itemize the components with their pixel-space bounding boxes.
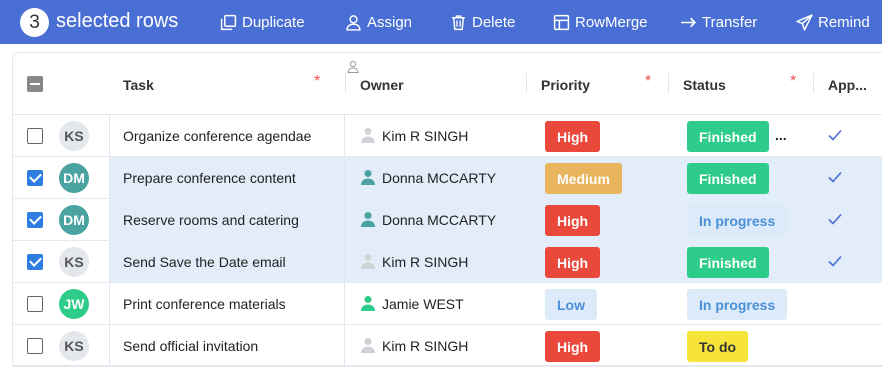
status-badge[interactable]: To do [687,331,749,362]
assign-label: Assign [367,13,413,31]
copy-icon [220,14,237,30]
more-indicator[interactable]: ... [775,127,787,143]
status-badge[interactable]: Finished [687,121,769,152]
table-row[interactable]: KS Send Save the Date email Kim R SINGH Hig… [13,241,882,283]
required-marker: * [790,73,797,90]
owner-name[interactable]: Donna MCCARTY [382,170,496,186]
row-checkbox[interactable] [27,254,43,270]
send-icon [796,13,813,31]
task-name[interactable]: Print conference materials [123,296,286,312]
remind-button[interactable]: Remind [796,12,870,32]
person-icon [361,338,375,353]
table-row[interactable]: DM Reserve rooms and catering Donna MCCART… [13,199,882,241]
row-checkbox[interactable] [27,212,43,228]
table-row[interactable]: DM Prepare conference content Donna MCCART… [13,157,882,199]
owner-name[interactable]: Kim R SINGH [382,128,468,144]
status-badge[interactable]: Finished [687,247,769,278]
row-checkbox[interactable] [27,296,43,312]
selected-rows-label: selected rows [56,10,179,32]
bulk-action-toolbar: 3 selected rows Duplicate Assign Delete … [0,0,882,44]
column-header-approval[interactable]: App... [828,77,867,93]
delete-label: Delete [472,13,516,31]
selected-count-badge: 3 [20,8,49,37]
column-divider[interactable] [668,73,669,93]
user-icon [346,14,361,31]
rowmerge-button[interactable]: RowMerge [553,12,648,32]
person-icon [361,212,375,227]
status-badge[interactable]: Finished [687,163,769,194]
avatar: KS [59,331,89,361]
avatar: KS [59,121,89,151]
task-name[interactable]: Send official invitation [123,338,258,354]
priority-badge[interactable]: High [545,331,601,362]
check-icon[interactable] [827,169,843,185]
transfer-button[interactable]: Transfer [680,12,757,32]
transfer-label: Transfer [702,13,758,31]
assign-button[interactable]: Assign [345,12,412,32]
required-marker: * [645,73,652,90]
priority-badge[interactable]: Low [545,289,597,320]
delete-button[interactable]: Delete [450,12,515,32]
duplicate-label: Duplicate [242,13,305,31]
task-name[interactable]: Send Save the Date email [123,254,286,270]
status-badge[interactable]: In progress [687,205,788,236]
column-header-status[interactable]: Status [683,77,726,93]
person-icon [347,60,359,73]
column-header-task[interactable]: Task [123,77,154,93]
task-name[interactable]: Organize conference agendae [123,128,311,144]
row-checkbox[interactable] [27,338,43,354]
avatar: KS [59,247,89,277]
person-icon [361,254,375,269]
person-icon [361,128,375,143]
person-icon [361,170,375,185]
owner-name[interactable]: Kim R SINGH [382,254,468,270]
select-all-checkbox[interactable] [27,76,43,92]
priority-badge[interactable]: High [545,247,601,278]
check-icon[interactable] [827,253,843,269]
task-table: Task * Owner Priority * Status * App... … [12,52,882,367]
task-name[interactable]: Prepare conference content [123,170,296,186]
avatar: JW [59,289,89,319]
column-divider[interactable] [345,73,346,93]
arrow-right-icon [681,17,697,27]
owner-name[interactable]: Jamie WEST [382,296,464,312]
avatar: DM [59,163,89,193]
priority-badge[interactable]: Medium [545,163,622,194]
avatar: DM [59,205,89,235]
row-checkbox[interactable] [27,128,43,144]
required-marker: * [314,73,321,90]
person-icon [361,296,375,311]
row-checkbox[interactable] [27,170,43,186]
table-row[interactable]: KS Send official invitation Kim R SINGH Hig… [13,325,882,367]
table-row[interactable]: KS Organize conference agendae Kim R SINGH… [13,115,882,157]
column-divider[interactable] [526,73,527,93]
duplicate-button[interactable]: Duplicate [220,12,305,32]
check-icon[interactable] [827,211,843,227]
status-badge[interactable]: In progress [687,289,788,320]
trash-icon [452,14,465,30]
owner-name[interactable]: Donna MCCARTY [382,212,496,228]
check-icon[interactable] [827,127,843,143]
remind-label: Remind [818,13,870,31]
rowmerge-label: RowMerge [575,13,648,31]
table-row[interactable]: JW Print conference materials Jamie WEST Lo… [13,283,882,325]
column-header-owner[interactable]: Owner [360,77,404,93]
merge-icon [553,14,570,30]
owner-name[interactable]: Kim R SINGH [382,338,468,354]
column-header-priority[interactable]: Priority [541,77,590,93]
priority-badge[interactable]: High [545,121,601,152]
table-header: Task * Owner Priority * Status * App... [13,53,882,115]
priority-badge[interactable]: High [545,205,601,236]
column-divider[interactable] [813,73,814,93]
task-name[interactable]: Reserve rooms and catering [123,212,299,228]
